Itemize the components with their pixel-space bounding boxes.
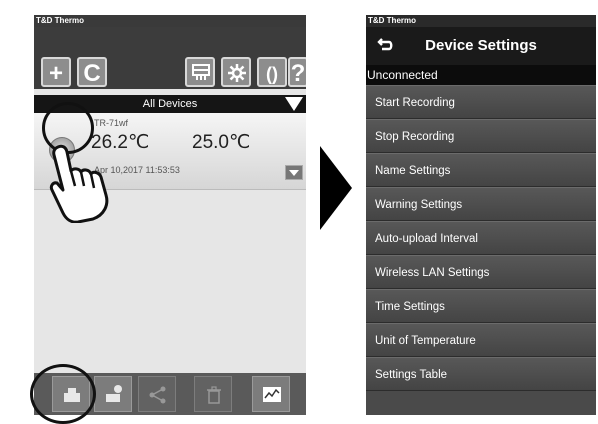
highlight-ring-settings (30, 364, 96, 424)
filter-label: All Devices (142, 98, 198, 110)
status-bar: T&D Thermo (34, 15, 306, 27)
refresh-icon: C (83, 60, 101, 87)
brackets-button[interactable]: () (257, 57, 287, 87)
gear-icon (228, 64, 246, 82)
trash-icon (207, 386, 221, 404)
display-icon (192, 64, 210, 80)
pointing-hand-icon (49, 144, 109, 223)
menu-item-unit-of-temperature[interactable]: Unit of Temperature (366, 323, 596, 357)
device-expand-button[interactable] (285, 165, 303, 180)
share-button[interactable] (138, 376, 176, 412)
settings-header: Device Settings (366, 27, 596, 65)
device-info-icon (106, 385, 122, 402)
refresh-button[interactable]: C (77, 57, 107, 87)
temperature-ch2: 25.0℃ (192, 132, 251, 153)
settings-menu: Start Recording Stop Recording Name Sett… (366, 85, 596, 391)
device-name: TR-71wf (94, 118, 129, 128)
help-button[interactable]: ? (288, 57, 306, 87)
menu-item-start-recording[interactable]: Start Recording (366, 85, 596, 119)
menu-item-warning-settings[interactable]: Warning Settings (366, 187, 596, 221)
page-title: Device Settings (425, 37, 537, 54)
add-button[interactable]: + (41, 57, 71, 87)
dropdown-arrow-icon (285, 97, 303, 111)
graph-button[interactable] (252, 376, 290, 412)
settings-button[interactable] (221, 57, 251, 87)
menu-item-name-settings[interactable]: Name Settings (366, 153, 596, 187)
brackets-icon: () (266, 64, 278, 84)
menu-item-settings-table[interactable]: Settings Table (366, 357, 596, 391)
delete-button[interactable] (194, 376, 232, 412)
add-icon: + (48, 60, 63, 87)
menu-item-auto-upload-interval[interactable]: Auto-upload Interval (366, 221, 596, 255)
graph-icon (263, 387, 281, 402)
share-icon (149, 386, 166, 404)
next-step-arrow-icon (320, 146, 352, 230)
menu-item-wireless-lan-settings[interactable]: Wireless LAN Settings (366, 255, 596, 289)
status-bar: T&D Thermo (366, 15, 596, 27)
menu-item-stop-recording[interactable]: Stop Recording (366, 119, 596, 153)
menu-item-time-settings[interactable]: Time Settings (366, 289, 596, 323)
top-toolbar: + C () ? (34, 27, 306, 89)
display-button[interactable] (185, 57, 215, 87)
device-info-button[interactable] (94, 376, 132, 412)
right-phone-screen: T&D Thermo Device Settings Unconnected S… (366, 15, 596, 415)
connection-status-label: Unconnected (366, 65, 596, 85)
help-icon: ? (290, 60, 306, 87)
